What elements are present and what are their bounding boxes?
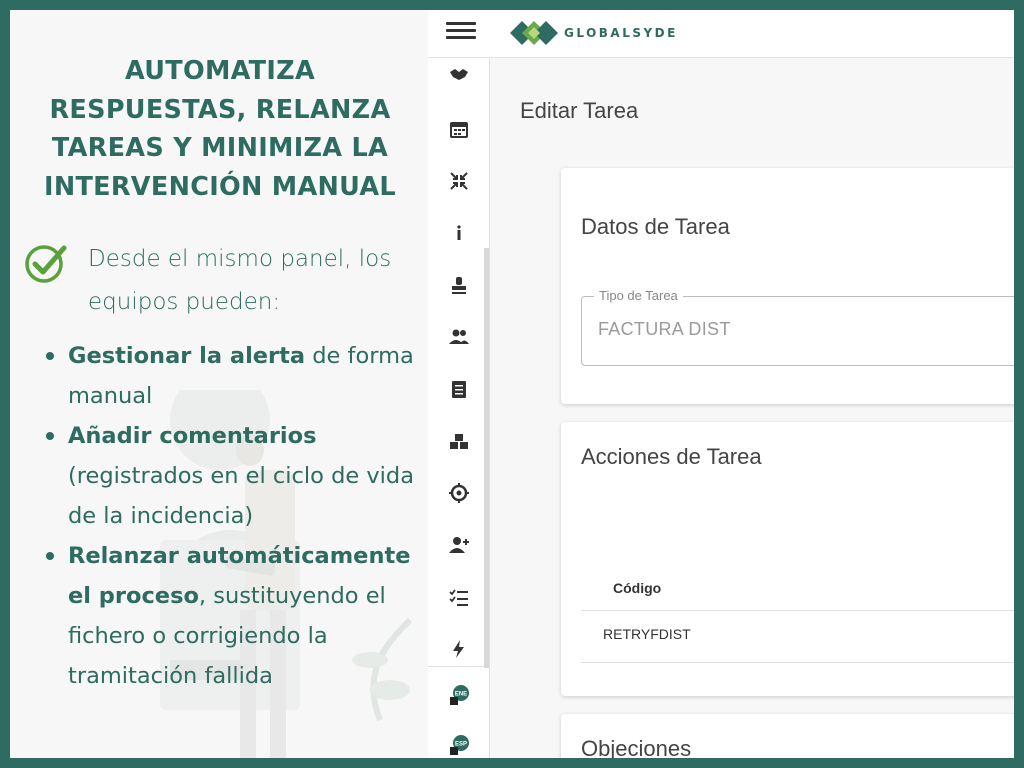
datos-title: Datos de Tarea [581,214,730,239]
language-eng-icon[interactable]: ENE [448,684,470,706]
bullet-bold: Añadir comentarios [68,423,317,449]
field-label: Tipo de Tarea [594,288,683,303]
intro-text: Desde el mismo panel, los equipos pueden… [88,246,392,315]
logo-text: GLOBALSYDE [564,26,678,40]
lightning-icon[interactable] [448,638,470,660]
objeciones-card: Objeciones [561,714,1014,758]
bullet-dot-icon [46,552,54,560]
collapse-arrows-icon[interactable] [448,170,470,192]
main-content: Editar Tarea Datos de Tarea Tipo de Tare… [490,58,1014,758]
objeciones-title: Objeciones [581,736,692,758]
marketing-panel: AUTOMATIZA RESPUESTAS, RELANZA TAREAS Y … [10,10,428,758]
add-user-icon[interactable] [448,534,470,556]
check-circle-icon [25,245,67,283]
list-item: Relanzar automáticamente el proceso, sus… [46,536,416,696]
info-icon[interactable] [448,222,470,244]
bullet-dot-icon [46,432,54,440]
top-bar: GLOBALSYDE [428,10,1014,58]
bullet-bold: Gestionar la alerta [68,343,306,369]
app-window: GLOBALSYDE ENE ESP Editar Tarea Datos de… [428,10,1014,758]
lang-badge-esp: ESP [455,742,467,748]
calendar-icon[interactable] [448,118,470,140]
frame: AUTOMATIZA RESPUESTAS, RELANZA TAREAS Y … [10,10,1014,758]
document-icon[interactable] [448,378,470,400]
bullet-rest: (registrados en el ciclo de vida de la i… [68,463,414,529]
rail-divider [428,666,484,667]
rail-scrollbar[interactable] [484,248,489,668]
bullet-dot-icon [46,352,54,360]
field-value: FACTURA DIST [598,319,731,339]
boxes-icon[interactable] [448,430,470,452]
logo[interactable]: GLOBALSYDE [508,14,678,52]
headline: AUTOMATIZA RESPUESTAS, RELANZA TAREAS Y … [44,56,396,202]
handshake-icon[interactable] [448,64,470,86]
menu-icon[interactable] [446,18,476,48]
target-icon[interactable] [448,482,470,504]
table-divider [581,610,1014,611]
acciones-title: Acciones de Tarea [581,444,762,469]
tipo-tarea-field[interactable]: Tipo de Tarea FACTURA DIST [581,288,1014,366]
acciones-card: Acciones de Tarea Código RETRYFDIST [561,422,1014,696]
table-divider [581,662,1014,663]
sidebar-rail: ENE ESP [428,58,490,758]
list-item: Gestionar la alerta de forma manual [46,336,416,416]
list-item: Añadir comentarios (registrados en el ci… [46,416,416,536]
table-cell-codigo[interactable]: RETRYFDIST [603,626,691,642]
bullet-list: Gestionar la alerta de forma manual Añad… [46,336,416,696]
logo-mark-icon [510,21,558,45]
datos-card: Datos de Tarea Tipo de Tarea FACTURA DIS… [561,168,1014,404]
stamp-icon[interactable] [448,274,470,296]
lang-badge-eng: ENE [455,692,467,698]
checklist-icon[interactable] [448,586,470,608]
page-title: Editar Tarea [520,98,639,123]
group-icon[interactable] [448,326,470,348]
language-esp-icon[interactable]: ESP [448,734,470,756]
table-header-codigo: Código [613,580,662,596]
